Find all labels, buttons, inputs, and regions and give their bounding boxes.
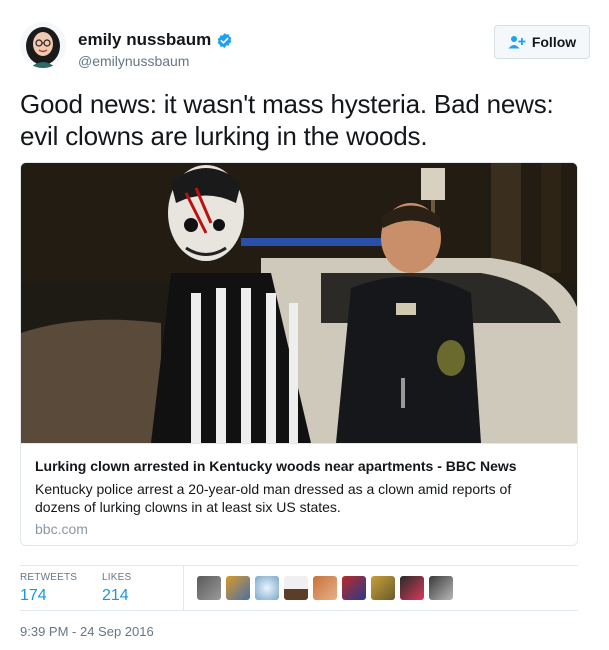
retweets-label: RETWEETS xyxy=(20,572,78,583)
tweet-stats: RETWEETS 174 LIKES 214 xyxy=(20,565,578,611)
liker-avatars xyxy=(197,576,458,600)
tweet-header: emily nussbaum @emilynussbaum Follow xyxy=(20,22,590,74)
liker-avatar[interactable] xyxy=(400,576,424,600)
verified-badge-icon xyxy=(217,32,232,48)
liker-avatar[interactable] xyxy=(342,576,366,600)
liker-avatar[interactable] xyxy=(226,576,250,600)
liker-avatar[interactable] xyxy=(197,576,221,600)
follow-button-label: Follow xyxy=(531,34,577,50)
card-image[interactable] xyxy=(21,163,578,443)
likes-label: LIKES xyxy=(102,572,132,583)
link-card[interactable]: Lurking clown arrested in Kentucky woods… xyxy=(20,162,578,546)
card-domain: bbc.com xyxy=(35,521,88,537)
card-body: Lurking clown arrested in Kentucky woods… xyxy=(21,443,577,545)
add-user-icon xyxy=(508,36,526,49)
tweet-timestamp[interactable]: 9:39 PM - 24 Sep 2016 xyxy=(20,624,154,639)
like-stat[interactable]: LIKES 214 xyxy=(102,572,131,605)
retweets-count[interactable]: 174 xyxy=(20,587,77,605)
stats-divider xyxy=(183,566,184,610)
user-handle[interactable]: @emilynussbaum xyxy=(78,53,189,69)
liker-avatar[interactable] xyxy=(371,576,395,600)
retweet-stat[interactable]: RETWEETS 174 xyxy=(20,572,77,605)
liker-avatar[interactable] xyxy=(255,576,279,600)
avatar[interactable] xyxy=(20,22,66,68)
card-description: Kentucky police arrest a 20-year-old man… xyxy=(35,481,512,515)
card-title[interactable]: Lurking clown arrested in Kentucky woods… xyxy=(35,458,517,474)
liker-avatar[interactable] xyxy=(313,576,337,600)
likes-count[interactable]: 214 xyxy=(102,587,131,605)
follow-button[interactable]: Follow xyxy=(494,25,590,59)
liker-avatar[interactable] xyxy=(429,576,453,600)
liker-avatar[interactable] xyxy=(284,576,308,600)
tweet-text: Good news: it wasn't mass hysteria. Bad … xyxy=(20,89,554,151)
display-name[interactable]: emily nussbaum xyxy=(78,30,211,50)
